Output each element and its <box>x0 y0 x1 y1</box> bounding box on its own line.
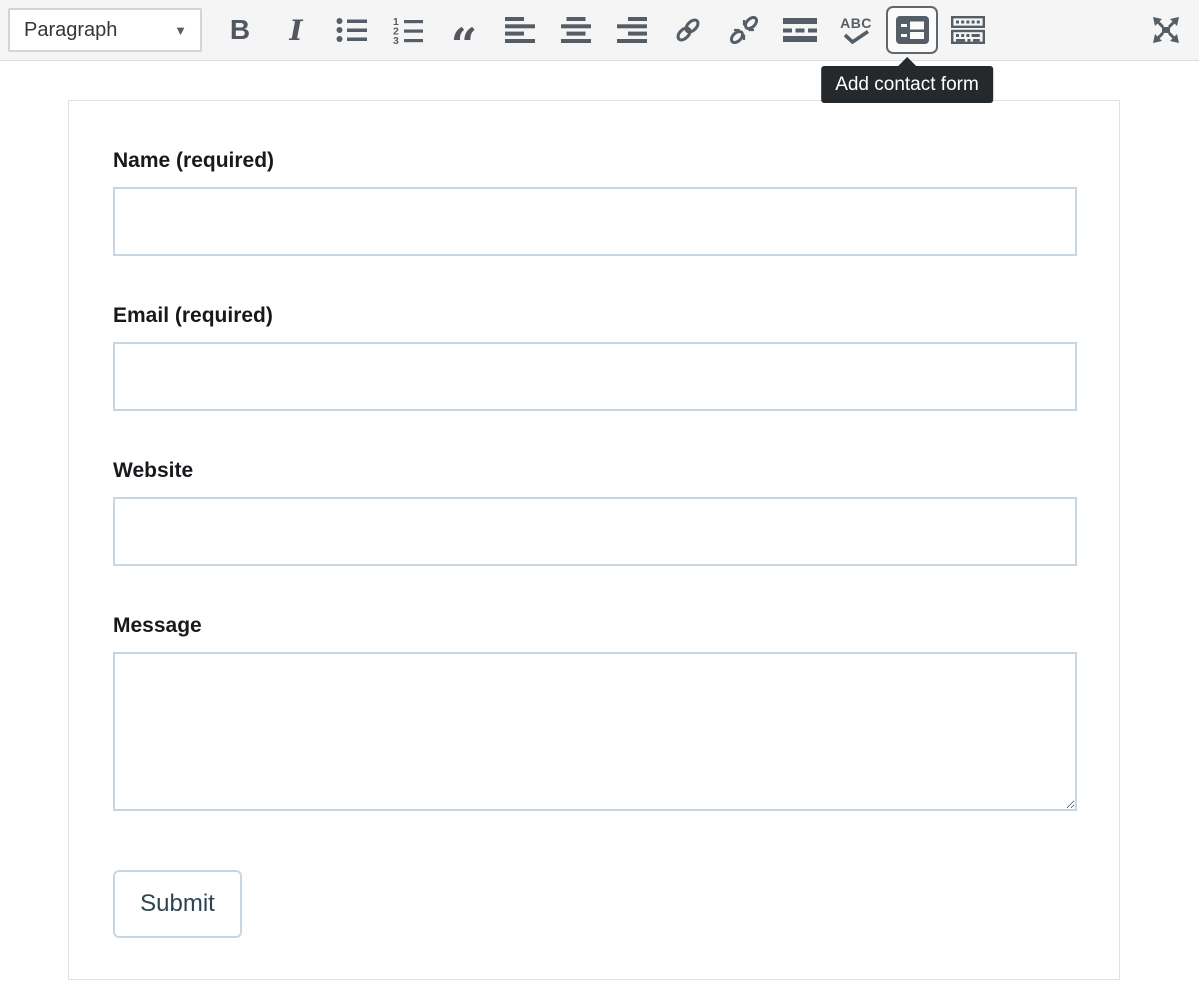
format-dropdown-value: Paragraph <box>24 19 117 42</box>
contact-form-icon <box>896 16 929 44</box>
name-input[interactable] <box>113 187 1077 256</box>
remove-link-button[interactable] <box>716 6 772 54</box>
submit-button[interactable]: Submit <box>113 870 242 938</box>
more-tag-icon <box>783 17 817 43</box>
bold-button[interactable]: B <box>212 6 268 54</box>
align-left-icon <box>505 17 535 43</box>
spellcheck-checkmark-icon <box>842 30 870 44</box>
website-label: Website <box>113 459 1077 483</box>
email-label: Email (required) <box>113 304 1077 328</box>
message-textarea[interactable] <box>113 652 1077 811</box>
unlink-icon <box>730 16 758 44</box>
add-contact-form-button[interactable] <box>886 6 938 54</box>
align-right-button[interactable] <box>604 6 660 54</box>
fullscreen-expand-icon <box>1150 14 1182 46</box>
bulleted-list-icon <box>336 16 368 44</box>
paragraph-format-dropdown[interactable]: Paragraph ▼ <box>8 8 202 52</box>
editor-content-area: Name (required) Email (required) Website… <box>0 100 1199 980</box>
align-center-button[interactable] <box>548 6 604 54</box>
numbered-list-icon: 1 2 3 <box>392 16 424 44</box>
name-field-group: Name (required) <box>113 149 1077 256</box>
spellcheck-abc-label: ABC <box>840 17 872 30</box>
numbered-list-button[interactable]: 1 2 3 <box>380 6 436 54</box>
message-label: Message <box>113 614 1077 638</box>
tooltip-text: Add contact form <box>835 74 979 95</box>
bold-icon: B <box>230 14 250 46</box>
insert-more-tag-button[interactable] <box>772 6 828 54</box>
link-icon <box>674 16 702 44</box>
align-right-icon <box>617 17 647 43</box>
email-input[interactable] <box>113 342 1077 411</box>
align-center-icon <box>561 17 591 43</box>
website-field-group: Website <box>113 459 1077 566</box>
name-label: Name (required) <box>113 149 1077 173</box>
chevron-down-icon: ▼ <box>174 23 187 38</box>
italic-button[interactable]: I <box>268 6 324 54</box>
fullscreen-button[interactable] <box>1138 6 1194 54</box>
website-input[interactable] <box>113 497 1077 566</box>
contact-form-preview: Name (required) Email (required) Website… <box>68 100 1120 980</box>
add-contact-form-tooltip: Add contact form <box>821 66 993 103</box>
italic-icon: I <box>289 14 302 47</box>
editor-toolbar: Paragraph ▼ B I 1 2 3 “ <box>0 0 1199 61</box>
message-field-group: Message <box>113 614 1077 811</box>
align-left-button[interactable] <box>492 6 548 54</box>
spellcheck-button[interactable]: ABC <box>828 6 884 54</box>
blockquote-button[interactable]: “ <box>436 6 492 54</box>
toolbar-toggle-button[interactable] <box>940 6 996 54</box>
svg-text:3: 3 <box>393 35 399 44</box>
insert-link-button[interactable] <box>660 6 716 54</box>
email-field-group: Email (required) <box>113 304 1077 411</box>
keyboard-icon <box>951 16 985 44</box>
bulleted-list-button[interactable] <box>324 6 380 54</box>
